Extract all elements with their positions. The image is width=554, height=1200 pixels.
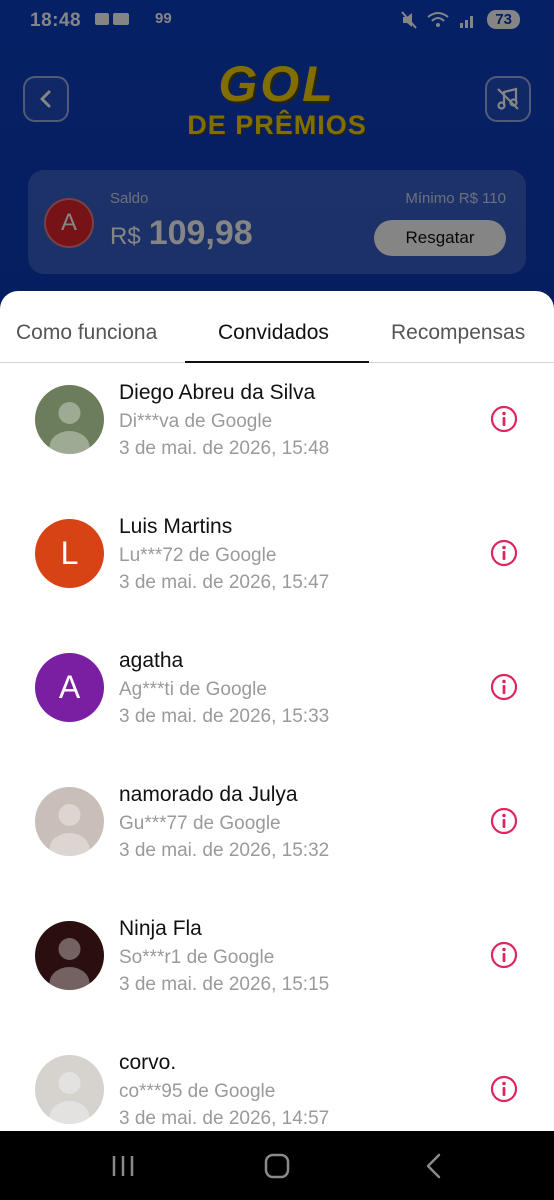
recent-apps-button[interactable]: [108, 1151, 138, 1181]
profile-photo-icon: [49, 938, 90, 990]
invitee-avatar: [35, 385, 104, 454]
recent-apps-icon: [112, 1156, 134, 1176]
system-nav-bar: [0, 1131, 554, 1200]
back-arrow-icon: [426, 1153, 441, 1179]
profile-photo-icon: [49, 1072, 90, 1124]
home-button[interactable]: [262, 1151, 292, 1181]
invite-date: 3 de mai. de 2026, 15:15: [119, 974, 330, 995]
invitee-name: corvo.: [119, 1051, 177, 1074]
profile-photo-icon: [49, 804, 90, 856]
invitee-account: Di***va de Google: [119, 411, 273, 432]
invitee-row: namorado da Julya Gu***77 de Google 3 de m…: [0, 765, 554, 899]
invitee-name: Luis Martins: [119, 515, 233, 538]
invitee-account: co***95 de Google: [119, 1081, 276, 1102]
invitee-account: So***r1 de Google: [119, 947, 275, 968]
tab-rewards[interactable]: Recompensas: [391, 321, 525, 345]
invite-date: 3 de mai. de 2026, 15:33: [119, 706, 330, 727]
invite-date: 3 de mai. de 2026, 15:32: [119, 840, 330, 861]
info-icon[interactable]: [490, 673, 518, 701]
invitee-name: agatha: [119, 649, 184, 672]
invitee-name: namorado da Julya: [119, 783, 298, 806]
invitee-avatar: L: [35, 519, 104, 588]
avatar-letter: A: [58, 669, 81, 705]
tab-bar: Como funciona Convidados Recompensas: [0, 291, 554, 363]
info-icon[interactable]: [490, 405, 518, 433]
invitee-row: corvo. co***95 de Google 3 de mai. de 2026…: [0, 1033, 554, 1131]
tab-invitees[interactable]: Convidados: [218, 321, 329, 345]
invitee-row: Aagatha Ag***ti de Google 3 de mai. de 202…: [0, 631, 554, 765]
home-icon: [264, 1153, 290, 1179]
invitee-avatar: [35, 1055, 104, 1124]
info-icon[interactable]: [490, 1075, 518, 1103]
invitee-row: Ninja Fla So***r1 de Google 3 de mai. de 2…: [0, 899, 554, 1033]
info-icon[interactable]: [490, 539, 518, 567]
invitee-account: Gu***77 de Google: [119, 813, 281, 834]
avatar-letter: L: [60, 535, 79, 571]
info-icon[interactable]: [490, 941, 518, 969]
invite-date: 3 de mai. de 2026, 15:48: [119, 438, 330, 459]
invitee-name: Diego Abreu da Silva: [119, 381, 316, 404]
invite-date: 3 de mai. de 2026, 15:47: [119, 572, 330, 593]
invitee-row: Diego Abreu da Silva Di***va de Google 3 d…: [0, 363, 554, 497]
system-back-button[interactable]: [418, 1151, 448, 1181]
invitee-list: Diego Abreu da Silva Di***va de Google 3 d…: [0, 363, 554, 1131]
invitee-avatar: A: [35, 653, 104, 722]
invitee-avatar: [35, 787, 104, 856]
profile-photo-icon: [49, 402, 90, 454]
invitee-account: Lu***72 de Google: [119, 545, 277, 566]
invite-date: 3 de mai. de 2026, 14:57: [119, 1108, 330, 1129]
invitee-name: Ninja Fla: [119, 917, 202, 940]
invitee-row: L Luis Martins Lu***72 de Google 3 de mai. …: [0, 497, 554, 631]
info-icon[interactable]: [490, 807, 518, 835]
tab-how-it-works[interactable]: Como funciona: [16, 321, 157, 345]
invitee-account: Ag***ti de Google: [119, 679, 267, 700]
invitee-avatar: [35, 921, 104, 990]
invitees-sheet: Como funciona Convidados Recompensas Die…: [0, 291, 554, 1131]
